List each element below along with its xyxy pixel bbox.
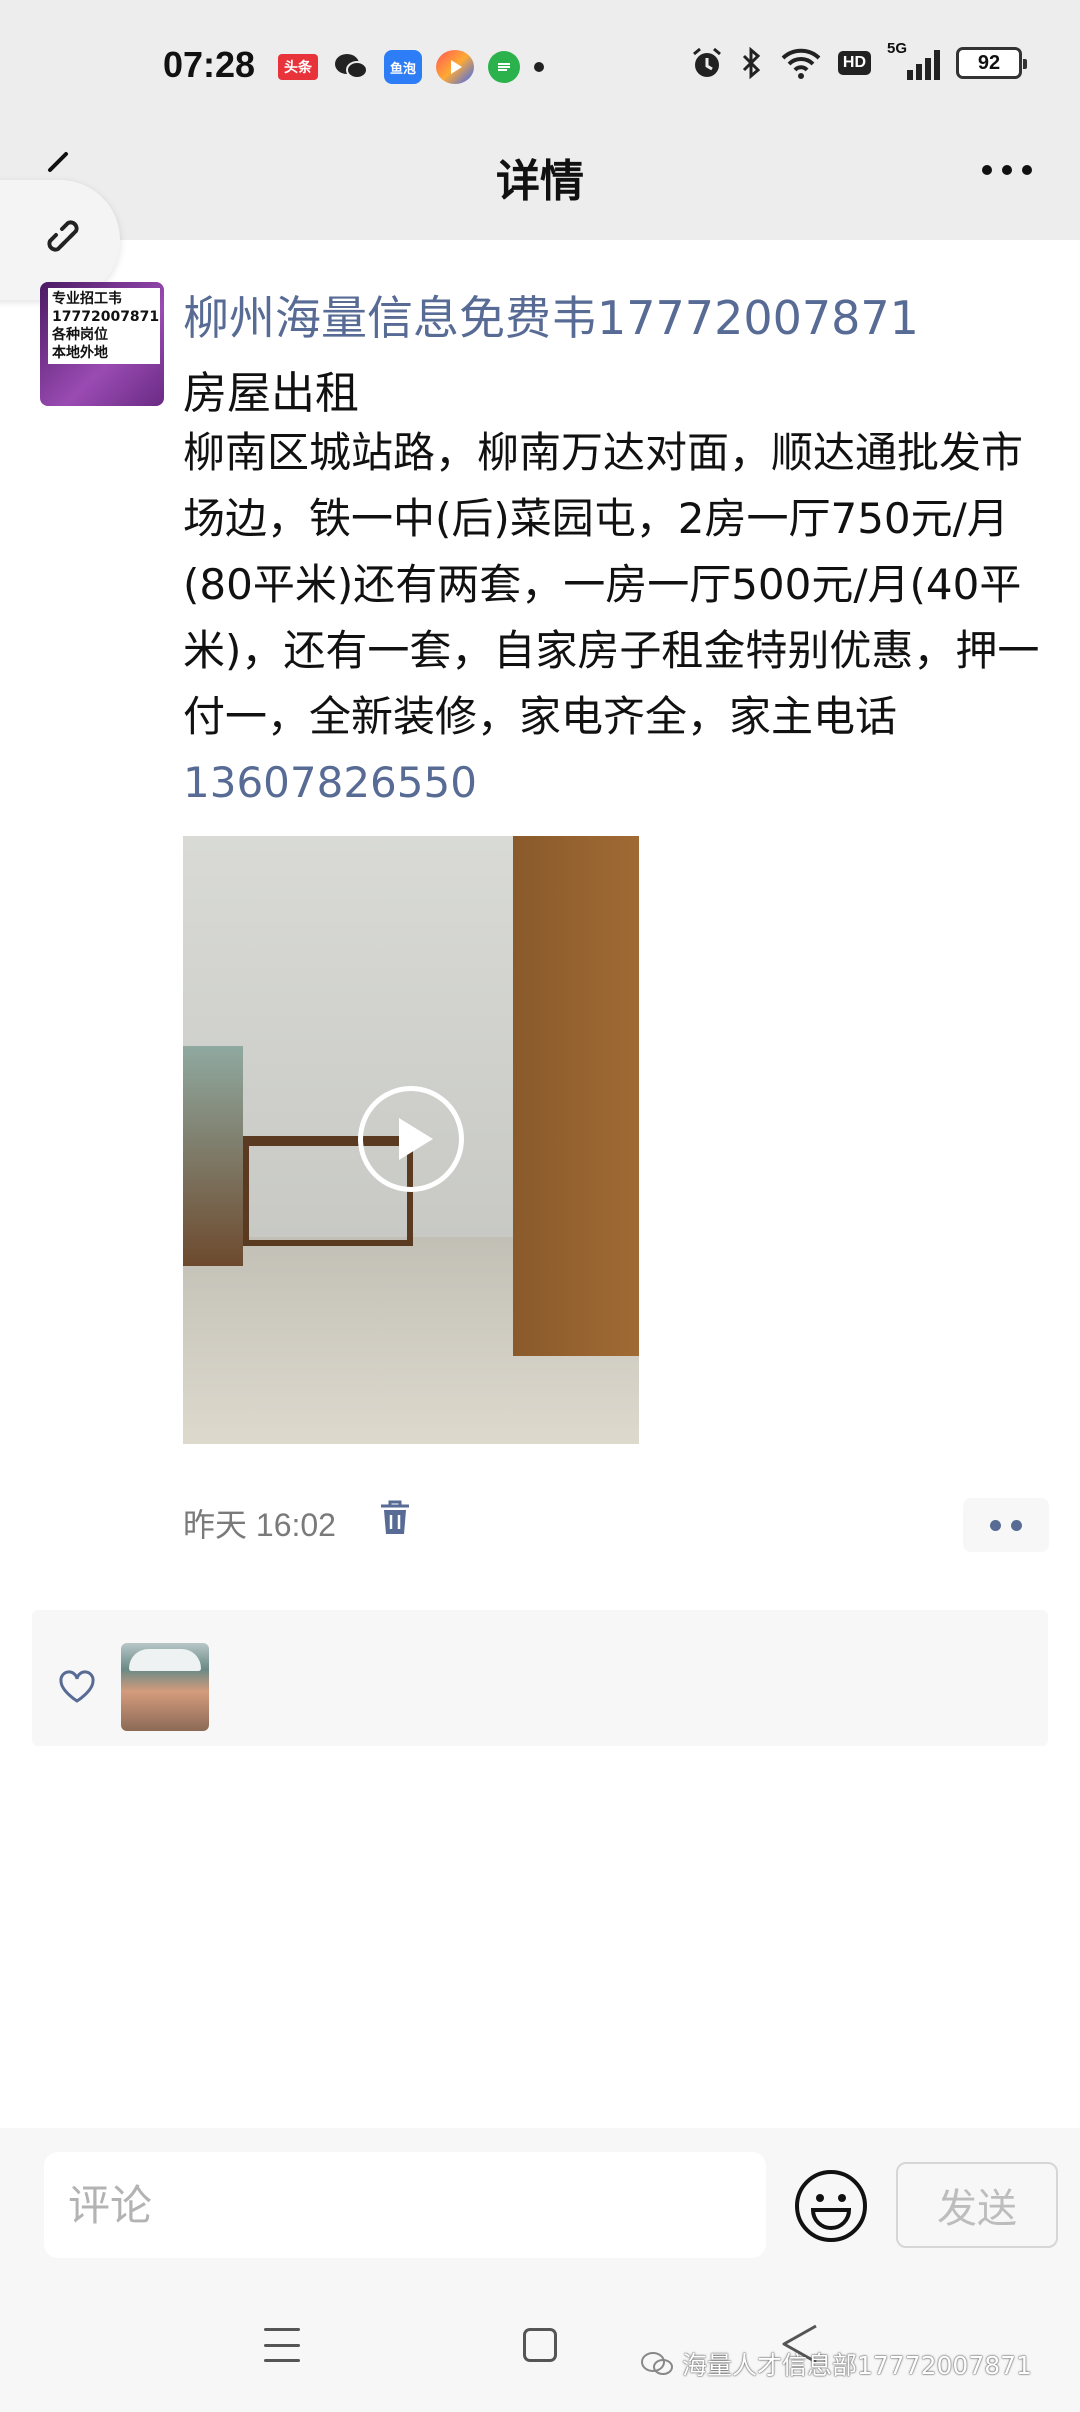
video-thumbnail[interactable] — [183, 836, 639, 1444]
post-timestamp: 昨天 16:02 — [183, 1507, 336, 1543]
toutiao-label: 头条 — [284, 60, 312, 76]
watermark: 海量人才信息部17772007871 — [640, 2346, 1032, 2382]
bluetooth-icon — [742, 46, 761, 80]
trash-icon[interactable] — [378, 1498, 412, 1538]
status-bar: 07:28 头条 鱼泡 HD 5G 92 — [0, 0, 1080, 140]
comment-input[interactable] — [44, 2152, 766, 2258]
alarm-icon — [692, 47, 721, 77]
post-heading: 房屋出租 — [183, 368, 359, 419]
heart-icon — [59, 1670, 95, 1703]
yupao-label: 鱼泡 — [389, 61, 416, 77]
green-app-icon — [488, 51, 520, 83]
liker-avatar[interactable] — [121, 1643, 209, 1731]
send-button[interactable]: 发送 — [896, 2162, 1058, 2248]
play-icon[interactable] — [358, 1086, 464, 1192]
home-icon[interactable] — [523, 2328, 557, 2362]
more-options-icon[interactable] — [982, 165, 1032, 175]
avatar-line: 本地外地 — [52, 345, 108, 361]
notification-icons: 头条 鱼泡 — [278, 50, 544, 84]
hd-badge: HD — [837, 51, 871, 75]
author-avatar[interactable]: 专业招工韦 17772007871 各种岗位 本地外地 — [40, 282, 164, 406]
like-comment-menu-button[interactable] — [963, 1498, 1049, 1552]
more-notifications-dot — [534, 62, 544, 72]
wifi-icon — [781, 48, 821, 79]
wechat-watermark-icon — [641, 2352, 673, 2375]
post-body: 柳南区城站路，柳南万达对面，顺达通批发市场边，铁一中(后)菜园屯，2房一厅750… — [183, 420, 1048, 816]
phone-link[interactable]: 13607826550 — [183, 758, 477, 807]
battery-indicator: 92 — [956, 47, 1027, 79]
battery-level: 92 — [977, 51, 1001, 74]
avatar-line: 各种岗位 — [52, 327, 108, 343]
toutiao-app-icon: 头条 — [278, 54, 318, 80]
avatar-line: 17772007871 — [52, 309, 160, 325]
wechat-icon — [332, 50, 370, 84]
yupao-app-icon: 鱼泡 — [384, 50, 422, 84]
page-title: 详情 — [496, 156, 584, 207]
watermark-text: 海量人才信息部17772007871 — [682, 2351, 1032, 2380]
emoji-icon[interactable] — [793, 2168, 869, 2244]
system-status-icons: HD 5G 92 — [690, 40, 1027, 80]
network-label: 5G — [887, 40, 908, 57]
video-app-icon — [436, 50, 474, 84]
avatar-line: 专业招工韦 — [52, 291, 122, 307]
status-time: 07:28 — [163, 44, 256, 85]
post-body-text: 柳南区城站路，柳南万达对面，顺达通批发市场边，铁一中(后)菜园屯，2房一厅750… — [183, 428, 1040, 741]
avatar-text-card: 专业招工韦 17772007871 各种岗位 本地外地 — [48, 288, 160, 364]
link-icon — [47, 220, 79, 252]
author-name[interactable]: 柳州海量信息免费韦17772007871 — [183, 282, 919, 348]
menu-icon[interactable] — [264, 2328, 300, 2362]
signal-icon: 5G — [887, 40, 940, 80]
